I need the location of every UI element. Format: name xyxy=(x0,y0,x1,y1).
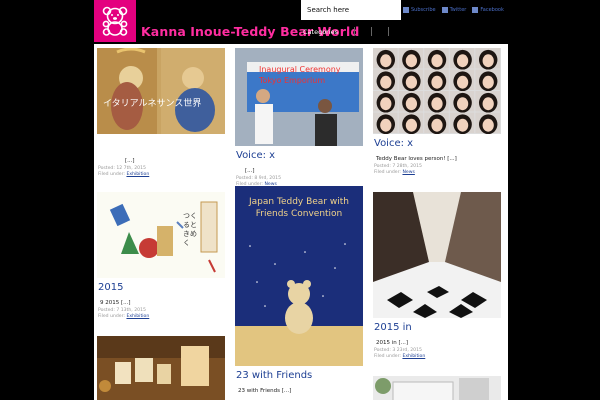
post-filed: Filed under: Exhibition xyxy=(98,314,150,319)
painting-image xyxy=(97,48,225,134)
post-filed: Filed under: Exhibition xyxy=(374,354,426,359)
post-thumbnail[interactable] xyxy=(373,48,501,134)
post-card: Japan Teddy Bear with Friends Convention… xyxy=(235,186,367,394)
post-thumbnail[interactable]: Inaugural Ceremony Tokyo Emporium xyxy=(235,48,363,146)
post-title[interactable]: 23 with Friends xyxy=(236,370,367,381)
post-filed: Filed under: News xyxy=(374,170,415,175)
facebook-link[interactable]: Facebook xyxy=(472,7,504,13)
category-link[interactable]: Exhibition xyxy=(402,354,425,359)
post-thumbnail[interactable] xyxy=(373,192,501,318)
category-link[interactable]: Exhibition xyxy=(126,172,149,177)
post-thumbnail[interactable] xyxy=(373,376,501,400)
subscribe-link[interactable]: Subscribe xyxy=(403,7,436,13)
post-thumbnail[interactable]: つくるときめく xyxy=(97,192,225,278)
post-meta: Posted: 3 23rd, 2015 Filed under: Exhibi… xyxy=(374,348,505,360)
site-header: Kanna Inoue-Teddy Bear World Subscribe T… xyxy=(0,0,600,44)
menu-divider xyxy=(371,27,373,36)
teddy-bear-icon xyxy=(102,6,128,36)
post-card xyxy=(97,336,229,400)
shop-display-image xyxy=(97,336,225,400)
post-title[interactable]: Voice: x xyxy=(236,150,367,161)
menu-divider xyxy=(354,27,356,36)
thumb-caption: Japan Teddy Bear with Friends Convention xyxy=(249,197,349,219)
post-card: Voice: x Teddy Bear loves person! [...] … xyxy=(373,48,505,176)
post-title[interactable]: Voice: x xyxy=(374,138,505,149)
post-meta: Posted: 7 28th, 2015 Filed under: News xyxy=(374,164,505,176)
post-thumbnail[interactable]: イタリアルネサンス世界 xyxy=(97,48,225,134)
post-title[interactable]: 2015 in xyxy=(374,322,505,333)
menu-divider xyxy=(388,27,390,36)
post-filed: Filed under: Exhibition xyxy=(98,172,150,177)
post-excerpt: 2015 in [...] xyxy=(376,340,409,346)
twitter-icon xyxy=(441,7,448,13)
category-link[interactable]: News xyxy=(402,170,414,175)
portrait-grid-image xyxy=(373,48,500,134)
thumb-caption: Inaugural Ceremony Tokyo Emporium xyxy=(259,65,341,85)
site-logo[interactable] xyxy=(94,0,136,42)
post-title[interactable]: 2015 xyxy=(98,282,229,293)
main-menu: Categories xyxy=(303,27,390,36)
rss-icon xyxy=(403,7,409,13)
post-card: 2015 in 2015 in [...] Posted: 3 23rd, 20… xyxy=(373,192,505,360)
post-card: つくるときめく 2015 9 2015 [...] Posted: 7 13th… xyxy=(97,192,229,320)
search-input[interactable] xyxy=(301,0,401,20)
subscribe-label: Subscribe xyxy=(411,7,436,13)
building-image xyxy=(373,376,501,400)
post-card xyxy=(373,376,505,400)
post-meta: Posted: 12 7th, 2015 Filed under: Exhibi… xyxy=(98,166,229,178)
post-thumbnail[interactable]: Japan Teddy Bear with Friends Convention xyxy=(235,186,363,366)
facebook-label: Facebook xyxy=(480,7,504,13)
post-excerpt: Teddy Bear loves person! [...] xyxy=(376,156,457,162)
posts-grid: イタリアルネサンス世界 [...] Posted: 12 7th, 2015 F… xyxy=(94,44,508,400)
post-excerpt: 9 2015 [...] xyxy=(100,300,131,306)
twitter-label: Twitter xyxy=(449,7,467,13)
thumb-caption: イタリアルネサンス世界 xyxy=(103,99,202,109)
post-excerpt: [...] xyxy=(125,158,135,164)
post-excerpt: 23 with Friends [...] xyxy=(238,388,292,394)
thumb-caption: つくるときめく xyxy=(183,212,197,247)
post-excerpt: [...] xyxy=(245,168,255,174)
arcade-floor-image xyxy=(373,192,501,318)
menu-categories[interactable]: Categories xyxy=(303,28,338,36)
post-thumbnail[interactable] xyxy=(97,336,225,400)
social-feeds: Subscribe Twitter Facebook xyxy=(403,7,504,13)
category-link[interactable]: Exhibition xyxy=(126,314,149,319)
ceremony-photo-image xyxy=(235,48,363,146)
post-meta: Posted: 7 13th, 2015 Filed under: Exhibi… xyxy=(98,308,229,320)
post-card: Inaugural Ceremony Tokyo Emporium Voice:… xyxy=(235,48,367,188)
twitter-link[interactable]: Twitter xyxy=(441,7,467,13)
exhibition-poster-image xyxy=(97,192,225,278)
facebook-icon xyxy=(472,7,479,13)
post-card: イタリアルネサンス世界 [...] Posted: 12 7th, 2015 F… xyxy=(97,48,229,178)
